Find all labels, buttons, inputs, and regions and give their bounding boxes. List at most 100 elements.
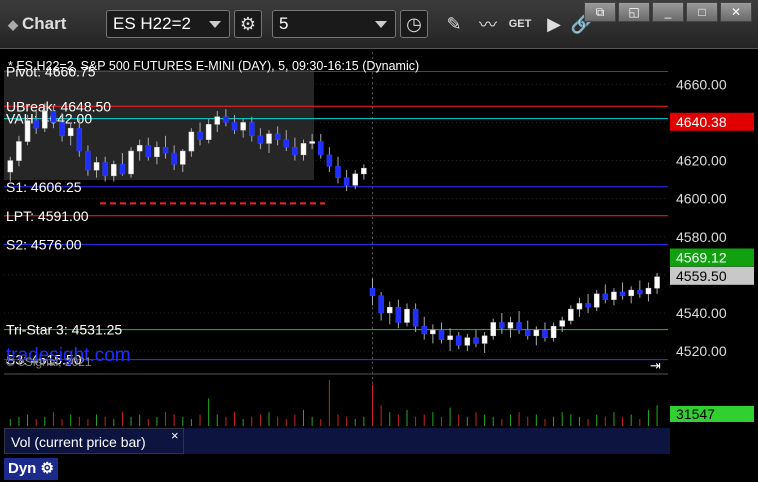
candle-body xyxy=(76,127,83,152)
close-icon[interactable]: ✕ xyxy=(720,2,752,22)
candle-body xyxy=(214,116,221,125)
candle-body xyxy=(292,146,298,156)
gear-icon[interactable]: ⚙ xyxy=(234,10,262,38)
candle-body xyxy=(16,141,22,161)
candle-body xyxy=(85,150,91,171)
dyn-button[interactable]: Dyn ⚙ xyxy=(4,458,58,480)
popout-icon[interactable]: ◱ xyxy=(618,2,650,22)
candle-body xyxy=(361,167,367,175)
candle-body xyxy=(188,131,195,152)
symbol-field[interactable]: ES H22=2 xyxy=(106,10,230,38)
candle-body xyxy=(499,322,505,329)
price-tag: 4559.50 xyxy=(676,268,727,284)
y-tick-label: 4620.00 xyxy=(676,153,727,169)
candle-body xyxy=(542,329,548,338)
window-controls: ⧉ ◱ _ □ ✕ xyxy=(584,2,752,22)
candle-body xyxy=(300,143,307,156)
candle-body xyxy=(611,291,617,300)
candle-body xyxy=(274,133,281,140)
candle-body xyxy=(145,145,152,158)
symbol-value: ES H22=2 xyxy=(113,14,191,33)
interval-field[interactable]: 5 xyxy=(272,10,396,38)
price-chart[interactable]: Pivot: 4666.75UBreak: 4648.50VAH: 4642.0… xyxy=(0,48,758,458)
candle-body xyxy=(637,289,643,295)
x-axis-strip xyxy=(184,428,670,454)
candle-body xyxy=(249,122,255,137)
candle-body xyxy=(93,162,100,171)
candle-body xyxy=(128,150,134,175)
level-label-lpt: LPT: 4591.00 xyxy=(6,208,89,224)
clock-icon[interactable]: ◷ xyxy=(400,10,428,38)
candle-body xyxy=(473,337,479,344)
candle-body xyxy=(171,152,177,165)
copyright: © eSignal, 2021 xyxy=(6,355,92,369)
restore-icon[interactable]: ⧉ xyxy=(584,2,616,22)
level-label-tri-star-3: Tri-Star 3: 4531.25 xyxy=(6,322,122,338)
candle-body xyxy=(404,308,410,323)
chart-description: * ES H22=2, S&P 500 FUTURES E-MINI (DAY)… xyxy=(8,59,419,73)
volume-close-icon[interactable]: × xyxy=(171,428,179,443)
pencil-icon[interactable]: ✎ xyxy=(440,10,468,38)
candle-body xyxy=(7,160,14,173)
candle-body xyxy=(369,287,376,297)
level-label-s2: S2: 4576.00 xyxy=(6,236,82,252)
candle-body xyxy=(111,164,117,177)
price-tag: 4569.12 xyxy=(676,249,727,265)
candle-body xyxy=(42,110,48,129)
candle-body xyxy=(309,141,315,144)
y-tick-label: 4600.00 xyxy=(676,191,727,207)
candle-body xyxy=(455,335,462,346)
candle-body xyxy=(352,173,358,186)
candle-body xyxy=(283,139,290,148)
candle-body xyxy=(326,154,333,167)
candle-body xyxy=(257,135,264,144)
candle-body xyxy=(154,146,160,158)
candle-body xyxy=(533,329,540,337)
candle-body xyxy=(421,326,427,335)
candle-body xyxy=(645,287,652,295)
candle-body xyxy=(585,303,591,308)
get-icon[interactable]: GET xyxy=(506,10,534,38)
window-title: ◆ Chart xyxy=(8,14,66,34)
candle-body xyxy=(447,335,453,340)
candle-body xyxy=(102,162,108,177)
candle-body xyxy=(568,308,574,321)
candle-body xyxy=(516,322,522,331)
interval-dropdown-icon[interactable] xyxy=(375,21,387,28)
volume-legend: Vol (current price bar) xyxy=(4,428,184,454)
candle-body xyxy=(162,146,169,154)
candle-body xyxy=(119,164,126,175)
candle-body xyxy=(50,110,57,123)
y-tick-label: 4580.00 xyxy=(676,229,727,245)
symbol-dropdown-icon[interactable] xyxy=(209,21,221,28)
candle-body xyxy=(550,326,557,338)
candle-body xyxy=(33,120,39,129)
y-tick-label: 4540.00 xyxy=(676,305,727,321)
y-tick-label: 4520.00 xyxy=(676,343,727,359)
candle-body xyxy=(602,293,609,300)
candle-body xyxy=(559,320,565,327)
candle-body xyxy=(343,177,350,186)
candle-body xyxy=(223,116,229,123)
maximize-icon[interactable]: □ xyxy=(686,2,718,22)
candle-body xyxy=(430,329,436,335)
volume-legend-text: Vol (current price bar) xyxy=(11,434,146,450)
dyn-label: Dyn xyxy=(8,460,37,477)
study-icon[interactable]: 〰 xyxy=(474,10,502,38)
play-icon[interactable]: ▶ xyxy=(540,10,568,38)
collapse-arrow-icon[interactable]: ◆ xyxy=(8,17,18,32)
dyn-settings-icon[interactable]: ⚙ xyxy=(41,460,54,477)
volume-tag: 31547 xyxy=(676,406,715,422)
candle-body xyxy=(412,308,419,327)
candle-body xyxy=(395,306,402,323)
candle-body xyxy=(507,322,514,329)
level-label-s1: S1: 4606.25 xyxy=(6,179,82,195)
time-axis xyxy=(4,455,668,458)
candle-body xyxy=(266,133,272,144)
candle-body xyxy=(654,276,660,289)
candle-body xyxy=(386,306,393,314)
minimize-icon[interactable]: _ xyxy=(652,2,684,22)
candle-body xyxy=(205,124,212,140)
candle-body xyxy=(619,291,626,297)
candle-body xyxy=(576,303,583,310)
